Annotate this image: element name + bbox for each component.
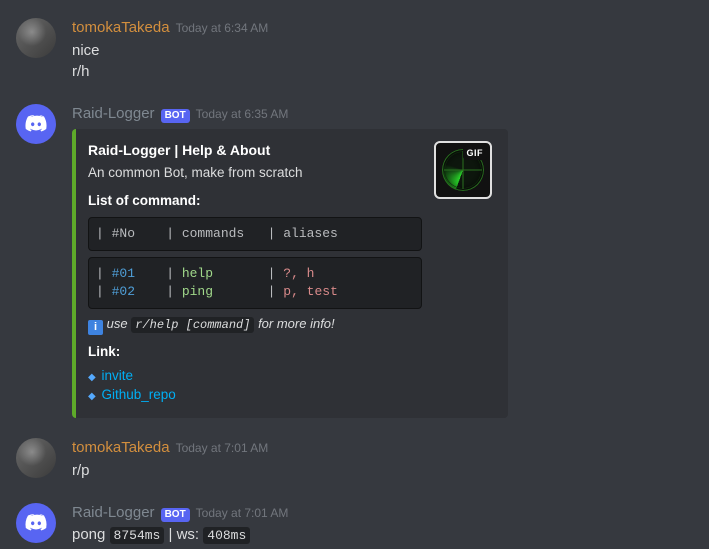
- discord-icon: [24, 511, 48, 535]
- embed-links: ◆ invite ◆ Github_repo: [88, 367, 422, 404]
- embed-field-heading: List of command:: [88, 192, 422, 211]
- message-header: Raid-Logger BOT Today at 6:35 AM: [72, 104, 693, 125]
- embed-link-line: ◆ invite: [88, 367, 422, 386]
- latency-api: 8754ms: [110, 527, 165, 544]
- embed-link-line: ◆ Github_repo: [88, 386, 422, 405]
- discord-icon: [24, 112, 48, 136]
- avatar[interactable]: [16, 104, 56, 144]
- timestamp: Today at 6:34 AM: [176, 20, 269, 37]
- embed-link[interactable]: invite: [101, 368, 133, 383]
- message-header: tomokaTakeda Today at 6:34 AM: [72, 18, 693, 39]
- code-block: | #01 | help | ?, h | | #02 | ping | p, …: [88, 257, 422, 309]
- message-content: pong 8754ms | ws: 408ms: [72, 525, 693, 546]
- message-body: Raid-Logger BOT Today at 7:01 AM pong 87…: [72, 503, 693, 547]
- username[interactable]: tomokaTakeda: [72, 438, 170, 459]
- message: Raid-Logger BOT Today at 6:35 AM Raid-Lo…: [0, 96, 709, 420]
- message-line: pong 8754ms | ws: 408ms: [72, 525, 693, 546]
- avatar[interactable]: [16, 438, 56, 478]
- embed-thumbnail[interactable]: GIF: [434, 141, 492, 199]
- avatar[interactable]: [16, 503, 56, 543]
- timestamp: Today at 7:01 AM: [196, 505, 289, 522]
- message-line: r/h: [72, 62, 693, 83]
- message: tomokaTakeda Today at 6:34 AM nice r/h: [0, 10, 709, 86]
- latency-ws: 408ms: [203, 527, 250, 544]
- embed-hint: i use r/help [command] for more info!: [88, 315, 422, 335]
- diamond-icon: ◆: [88, 390, 96, 404]
- message-content: r/p: [72, 461, 693, 482]
- message-body: tomokaTakeda Today at 6:34 AM nice r/h: [72, 18, 693, 84]
- message: tomokaTakeda Today at 7:01 AM r/p: [0, 430, 709, 484]
- message-header: Raid-Logger BOT Today at 7:01 AM: [72, 503, 693, 524]
- message: Raid-Logger BOT Today at 7:01 AM pong 87…: [0, 495, 709, 549]
- username[interactable]: Raid-Logger: [72, 503, 155, 524]
- username[interactable]: tomokaTakeda: [72, 18, 170, 39]
- info-icon: i: [88, 320, 103, 335]
- timestamp: Today at 7:01 AM: [176, 440, 269, 457]
- gif-tag: GIF: [463, 146, 488, 160]
- embed-link[interactable]: Github_repo: [101, 387, 175, 402]
- bot-tag: BOT: [161, 109, 190, 123]
- username[interactable]: Raid-Logger: [72, 104, 155, 125]
- embed-title: Raid-Logger | Help & About: [88, 141, 422, 160]
- code-block: | #No | commands | aliases |: [88, 217, 422, 251]
- avatar[interactable]: [16, 18, 56, 58]
- timestamp: Today at 6:35 AM: [196, 106, 289, 123]
- message-body: Raid-Logger BOT Today at 6:35 AM Raid-Lo…: [72, 104, 693, 418]
- embed-description: An common Bot, make from scratch: [88, 164, 422, 183]
- embed-field-heading: Link:: [88, 343, 422, 362]
- message-line: r/p: [72, 461, 693, 482]
- message-body: tomokaTakeda Today at 7:01 AM r/p: [72, 438, 693, 482]
- embed: Raid-Logger | Help & About An common Bot…: [72, 129, 693, 419]
- message-content: nice r/h: [72, 41, 693, 83]
- message-line: nice: [72, 41, 693, 62]
- diamond-icon: ◆: [88, 371, 96, 385]
- embed-body: Raid-Logger | Help & About An common Bot…: [76, 129, 508, 419]
- bot-tag: BOT: [161, 508, 190, 522]
- message-header: tomokaTakeda Today at 7:01 AM: [72, 438, 693, 459]
